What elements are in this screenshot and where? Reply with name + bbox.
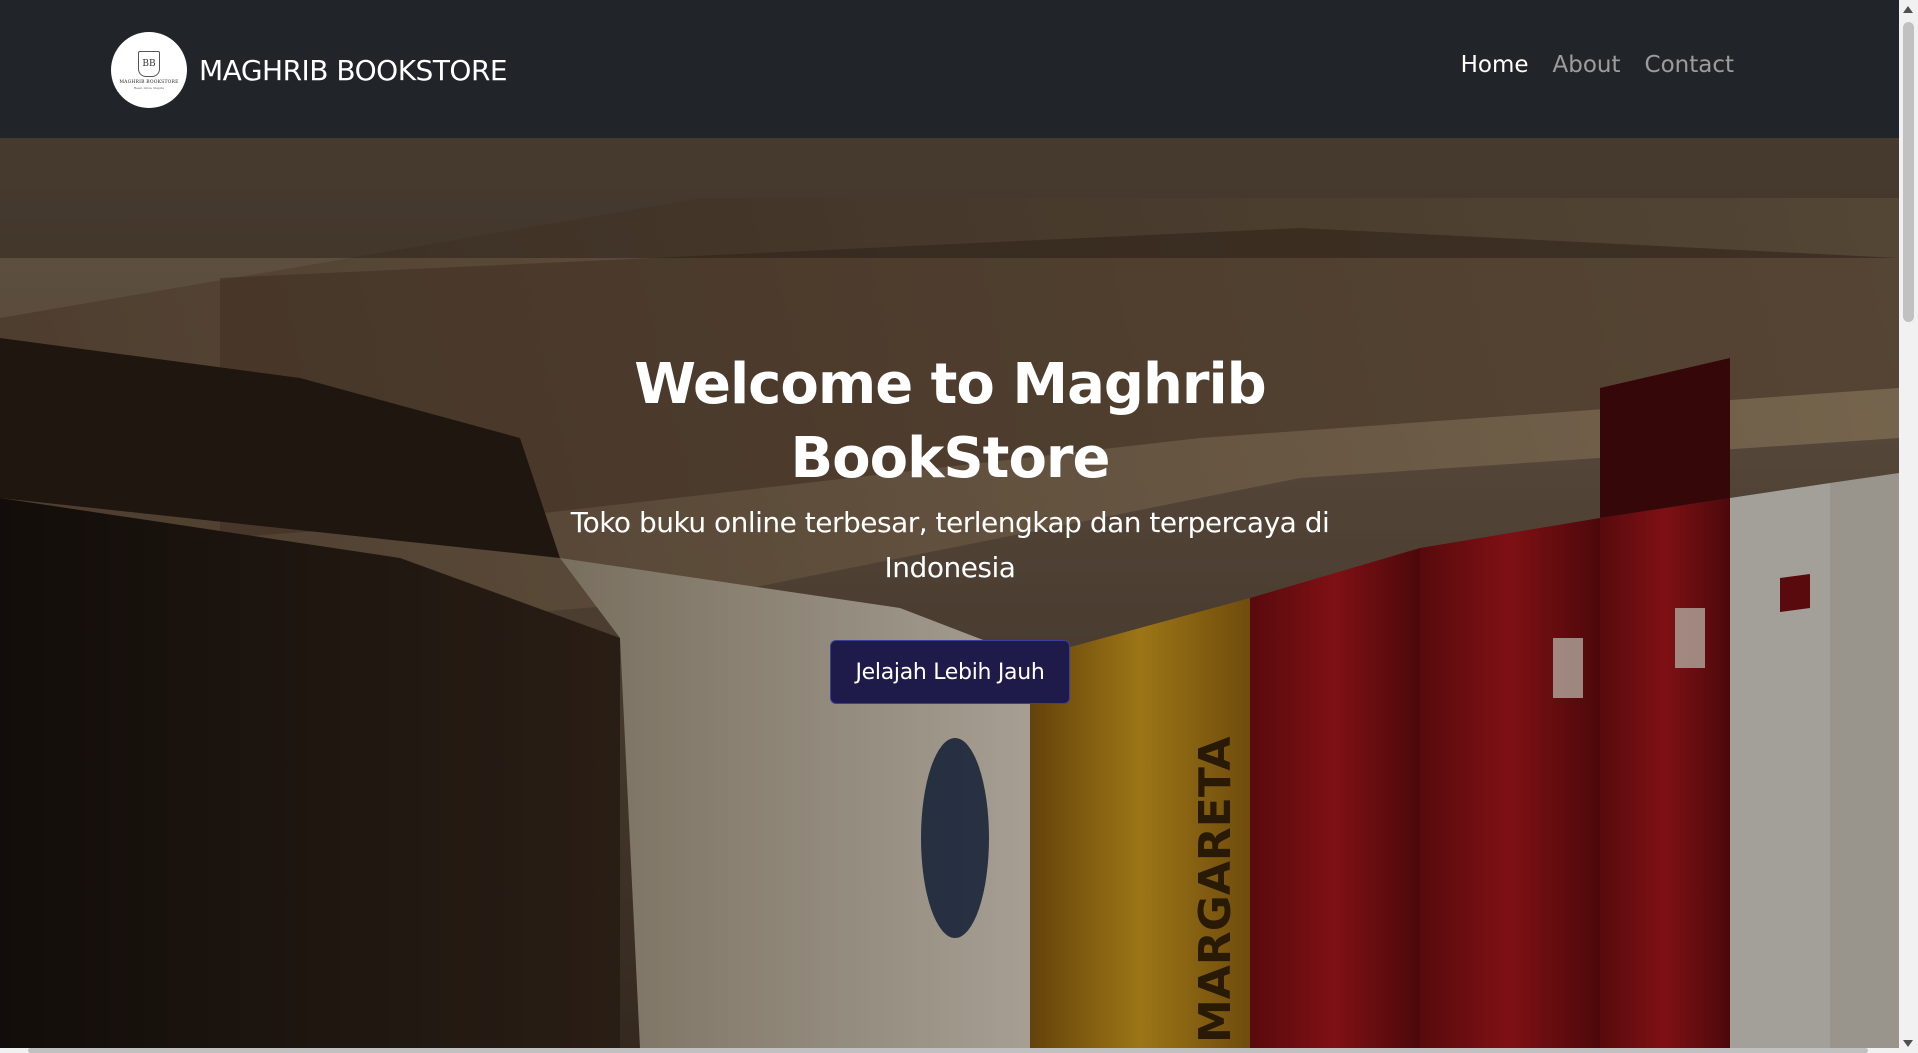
explore-button[interactable]: Jelajah Lebih Jauh [830, 640, 1070, 704]
hero-subtitle: Toko buku online terbesar, terlengkap da… [570, 506, 1330, 584]
logo-subtext: Read, Grow, Inspire [133, 85, 165, 90]
hero-section: MARGARETA Welcome to Maghrib BookStore T… [0, 138, 1899, 1048]
nav-about[interactable]: About [1553, 52, 1621, 78]
nav-contact[interactable]: Contact [1645, 52, 1734, 78]
hero-overlay [0, 138, 1899, 1048]
brand-link[interactable]: BB MAGHRIB BOOKSTORE Read, Grow, Inspire… [111, 32, 508, 108]
crest-icon: BB [138, 50, 160, 77]
nav-links: Home About Contact [1461, 52, 1734, 78]
nav-home[interactable]: Home [1461, 52, 1529, 78]
scroll-down-icon[interactable] [1903, 1040, 1913, 1047]
brand-name: MAGHRIB BOOKSTORE [199, 53, 508, 87]
scrollbar-thumb[interactable] [1903, 22, 1914, 322]
horizontal-scrollbar-thumb[interactable] [28, 1048, 1868, 1053]
navbar: BB MAGHRIB BOOKSTORE Read, Grow, Inspire… [0, 0, 1899, 138]
brand-logo: BB MAGHRIB BOOKSTORE Read, Grow, Inspire [111, 32, 187, 108]
horizontal-scrollbar[interactable] [0, 1048, 1899, 1053]
vertical-scrollbar[interactable] [1899, 0, 1918, 1053]
scroll-up-icon[interactable] [1903, 6, 1913, 13]
hero-title: Welcome to Maghrib BookStore [634, 352, 1267, 491]
logo-text: MAGHRIB BOOKSTORE [119, 79, 179, 85]
